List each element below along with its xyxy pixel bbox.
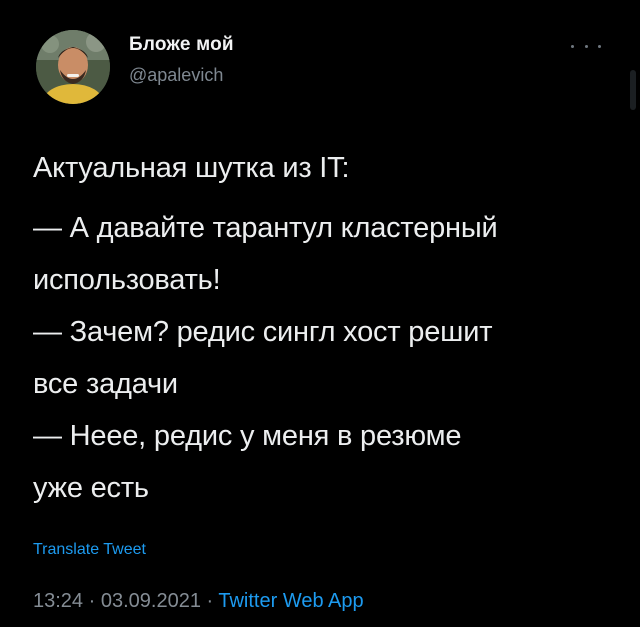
tweet-source-link[interactable]: Twitter Web App: [218, 590, 363, 612]
avatar-photo: [36, 30, 110, 104]
tweet-text-line: все задачи: [33, 368, 178, 400]
tweet-metadata: 13:24 · 03.09.2021 · Twitter Web App: [33, 590, 364, 613]
meta-separator: ·: [200, 590, 219, 612]
tweet-time[interactable]: 13:24: [33, 590, 83, 612]
author-handle[interactable]: @apalevich: [129, 65, 223, 86]
tweet-text-line: — А давайте тарантул кластерный: [33, 212, 498, 244]
tweet-text-line: — Нееe, редис у меня в резюме: [33, 420, 462, 452]
tweet-text-line: уже есть: [33, 472, 149, 504]
translate-tweet-link[interactable]: Translate Tweet: [33, 541, 146, 559]
more-horizontal-icon-dot: [598, 44, 601, 48]
scrollbar[interactable]: [630, 70, 636, 110]
meta-separator: ·: [83, 590, 101, 612]
tweet-date[interactable]: 03.09.2021: [101, 590, 201, 612]
more-horizontal-icon: [571, 44, 574, 48]
more-horizontal-icon-dot: [584, 44, 588, 48]
tweet-text-line: использовать!: [33, 264, 221, 296]
more-options-button[interactable]: [571, 36, 601, 56]
tweet-text-line: Актуальная шутка из IT:: [33, 152, 350, 184]
tweet-text: Актуальная шутка из IT: — А давайте тара…: [33, 142, 623, 514]
tweet-text-line: — Зачем? редис сингл хост решит: [33, 316, 493, 348]
author-display-name[interactable]: Бложе мой: [129, 34, 234, 56]
author-avatar[interactable]: [36, 30, 110, 104]
tweet: Бложе мой @apalevich Актуальная шутка из…: [0, 0, 640, 627]
